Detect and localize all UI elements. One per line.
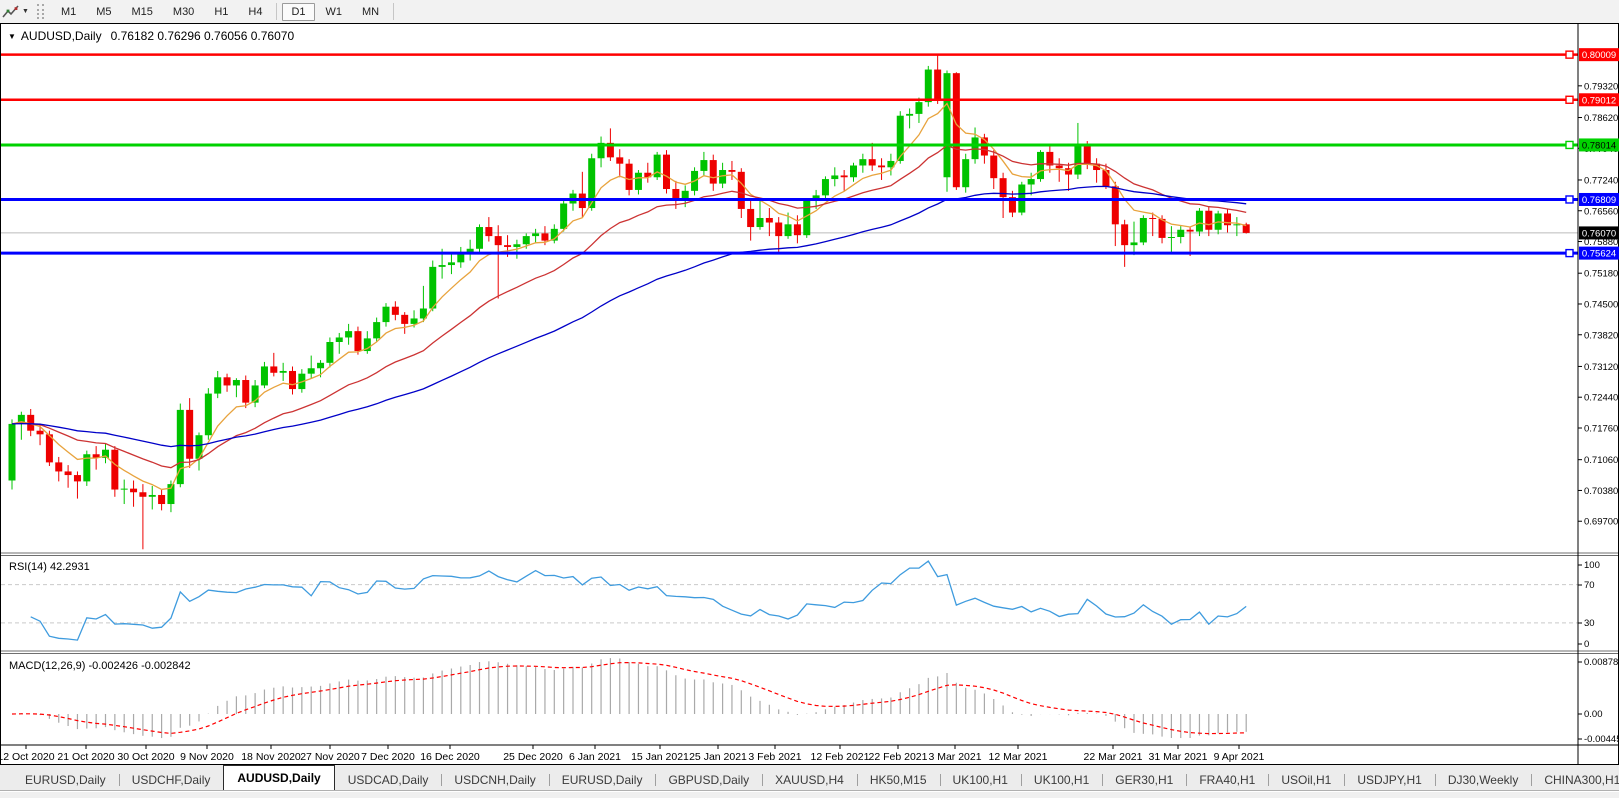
- chart-tab-usdjpy-h1[interactable]: USDJPY,H1: [1344, 770, 1434, 790]
- timeframe-button-w1[interactable]: W1: [317, 3, 352, 21]
- svg-text:0.71060: 0.71060: [1584, 455, 1618, 466]
- timeframe-button-m30[interactable]: M30: [164, 3, 203, 21]
- mt4-window: ▼ M1M5M15M30H1H4 D1W1MN 0.79320 0.78620 0.7…: [0, 0, 1619, 798]
- chart-window: 0.793200.786200.779400.772400.765600.758…: [0, 23, 1619, 765]
- chart-tab-audusd-daily[interactable]: AUDUSD,Daily: [223, 765, 334, 790]
- chart-tab-ger30-h1[interactable]: GER30,H1: [1102, 770, 1186, 790]
- svg-text:21 Oct 2020: 21 Oct 2020: [57, 751, 114, 763]
- timeframe-button-m1[interactable]: M1: [52, 3, 85, 21]
- chart-tab-dj30-weekly[interactable]: DJ30,Weekly: [1435, 770, 1531, 790]
- svg-text:0.73120: 0.73120: [1584, 362, 1618, 373]
- svg-text:25 Dec 2020: 25 Dec 2020: [503, 751, 563, 763]
- chart-tab-eurusd-daily[interactable]: EURUSD,Daily: [549, 770, 656, 790]
- macd-indicator-label: MACD(12,26,9) -0.002426 -0.002842: [9, 660, 191, 672]
- timeframe-button-mn[interactable]: MN: [353, 3, 388, 21]
- chart-tab-usdchf-daily[interactable]: USDCHF,Daily: [119, 770, 224, 790]
- svg-text:0.69700: 0.69700: [1584, 517, 1618, 528]
- chart-tab-eurusd-daily[interactable]: EURUSD,Daily: [12, 770, 119, 790]
- svg-text:16 Dec 2020: 16 Dec 2020: [420, 751, 480, 763]
- chart-ohlc-values: 0.76182 0.76296 0.76056 0.76070: [111, 29, 295, 43]
- svg-text:9 Apr 2021: 9 Apr 2021: [1214, 751, 1265, 763]
- chart-tab-uk100-h1[interactable]: UK100,H1: [940, 770, 1021, 790]
- svg-text:0: 0: [1584, 639, 1589, 650]
- svg-text:0.75180: 0.75180: [1584, 269, 1618, 280]
- svg-text:0.76809: 0.76809: [1582, 195, 1616, 206]
- svg-text:0.008782: 0.008782: [1584, 657, 1619, 668]
- svg-text:12 Feb 2021: 12 Feb 2021: [811, 751, 870, 763]
- chart-tab-china300-h1[interactable]: CHINA300,H1: [1531, 770, 1619, 790]
- svg-text:0.73820: 0.73820: [1584, 330, 1618, 341]
- svg-text:100: 100: [1584, 560, 1600, 571]
- svg-text:70: 70: [1584, 580, 1595, 591]
- svg-text:0.72440: 0.72440: [1584, 393, 1618, 404]
- svg-text:27 Nov 2020: 27 Nov 2020: [300, 751, 360, 763]
- chart-tab-xauusd-h4[interactable]: XAUUSD,H4: [762, 770, 857, 790]
- svg-text:0.80009: 0.80009: [1582, 50, 1616, 61]
- chart-tab-usdcad-daily[interactable]: USDCAD,Daily: [335, 770, 442, 790]
- svg-text:12 Oct 2020: 12 Oct 2020: [0, 751, 55, 763]
- svg-text:0.75624: 0.75624: [1582, 249, 1616, 260]
- chart-tab-usdcnh-daily[interactable]: USDCNH,Daily: [441, 770, 548, 790]
- chart-symbol-label: AUDUSD,Daily: [21, 29, 102, 43]
- svg-text:0.79012: 0.79012: [1582, 95, 1616, 106]
- svg-text:25 Jan 2021: 25 Jan 2021: [689, 751, 747, 763]
- current-price-tag: 0.76070: [1582, 228, 1616, 239]
- svg-text:9 Nov 2020: 9 Nov 2020: [180, 751, 234, 763]
- svg-text:3 Feb 2021: 3 Feb 2021: [748, 751, 801, 763]
- bottom-strip: [0, 792, 1619, 798]
- chart-canvas[interactable]: 0.793200.786200.779400.772400.765600.758…: [0, 23, 1619, 765]
- chart-tab-gbpusd-daily[interactable]: GBPUSD,Daily: [655, 770, 762, 790]
- chart-tab-hk50-m15[interactable]: HK50,M15: [857, 770, 940, 790]
- timeframe-button-d1[interactable]: D1: [282, 3, 314, 21]
- svg-text:30 Oct 2020: 30 Oct 2020: [117, 751, 174, 763]
- timeframe-button-h4[interactable]: H4: [239, 3, 271, 21]
- svg-text:3 Mar 2021: 3 Mar 2021: [928, 751, 981, 763]
- svg-text:-0.00445: -0.00445: [1584, 734, 1619, 745]
- toolbar: ▼ M1M5M15M30H1H4 D1W1MN: [0, 0, 1619, 23]
- chart-tab-usoil-h1[interactable]: USOil,H1: [1268, 770, 1344, 790]
- svg-text:12 Mar 2021: 12 Mar 2021: [989, 751, 1048, 763]
- chevron-down-icon[interactable]: ▼: [22, 8, 29, 15]
- timeframe-button-m5[interactable]: M5: [87, 3, 120, 21]
- svg-text:15 Jan 2021: 15 Jan 2021: [631, 751, 689, 763]
- chart-line-tool-icon[interactable]: [2, 4, 20, 20]
- chart-title: ▼ AUDUSD,Daily 0.76182 0.76296 0.76056 0.7…: [8, 29, 294, 43]
- svg-text:0.77240: 0.77240: [1584, 175, 1618, 186]
- collapse-caret-icon[interactable]: ▼: [8, 32, 16, 41]
- svg-text:0.78620: 0.78620: [1584, 113, 1618, 124]
- svg-text:6 Jan 2021: 6 Jan 2021: [569, 751, 621, 763]
- svg-text:0.71760: 0.71760: [1584, 423, 1618, 434]
- svg-text:22 Mar 2021: 22 Mar 2021: [1084, 751, 1143, 763]
- svg-text:31 Mar 2021: 31 Mar 2021: [1149, 751, 1208, 763]
- svg-text:7 Dec 2020: 7 Dec 2020: [361, 751, 415, 763]
- svg-text:0.78014: 0.78014: [1582, 140, 1616, 151]
- svg-text:0.74500: 0.74500: [1584, 299, 1618, 310]
- chart-tab-fra40-h1[interactable]: FRA40,H1: [1186, 770, 1268, 790]
- svg-text:0.79320: 0.79320: [1584, 81, 1618, 92]
- svg-text:0.76560: 0.76560: [1584, 206, 1618, 217]
- timeframe-button-m15[interactable]: M15: [123, 3, 162, 21]
- svg-text:0.70380: 0.70380: [1584, 486, 1618, 497]
- toolbar-grip[interactable]: [37, 4, 44, 19]
- chart-tab-bar: EURUSD,DailyUSDCHF,DailyAUDUSD,DailyUSDC…: [0, 765, 1619, 791]
- svg-text:0.00: 0.00: [1584, 709, 1603, 720]
- timeframe-button-h1[interactable]: H1: [205, 3, 237, 21]
- rsi-indicator-label: RSI(14) 42.2931: [9, 561, 90, 573]
- chart-tab-uk100-h1[interactable]: UK100,H1: [1021, 770, 1102, 790]
- svg-text:18 Nov 2020: 18 Nov 2020: [241, 751, 301, 763]
- svg-text:30: 30: [1584, 618, 1595, 629]
- svg-text:22 Feb 2021: 22 Feb 2021: [869, 751, 928, 763]
